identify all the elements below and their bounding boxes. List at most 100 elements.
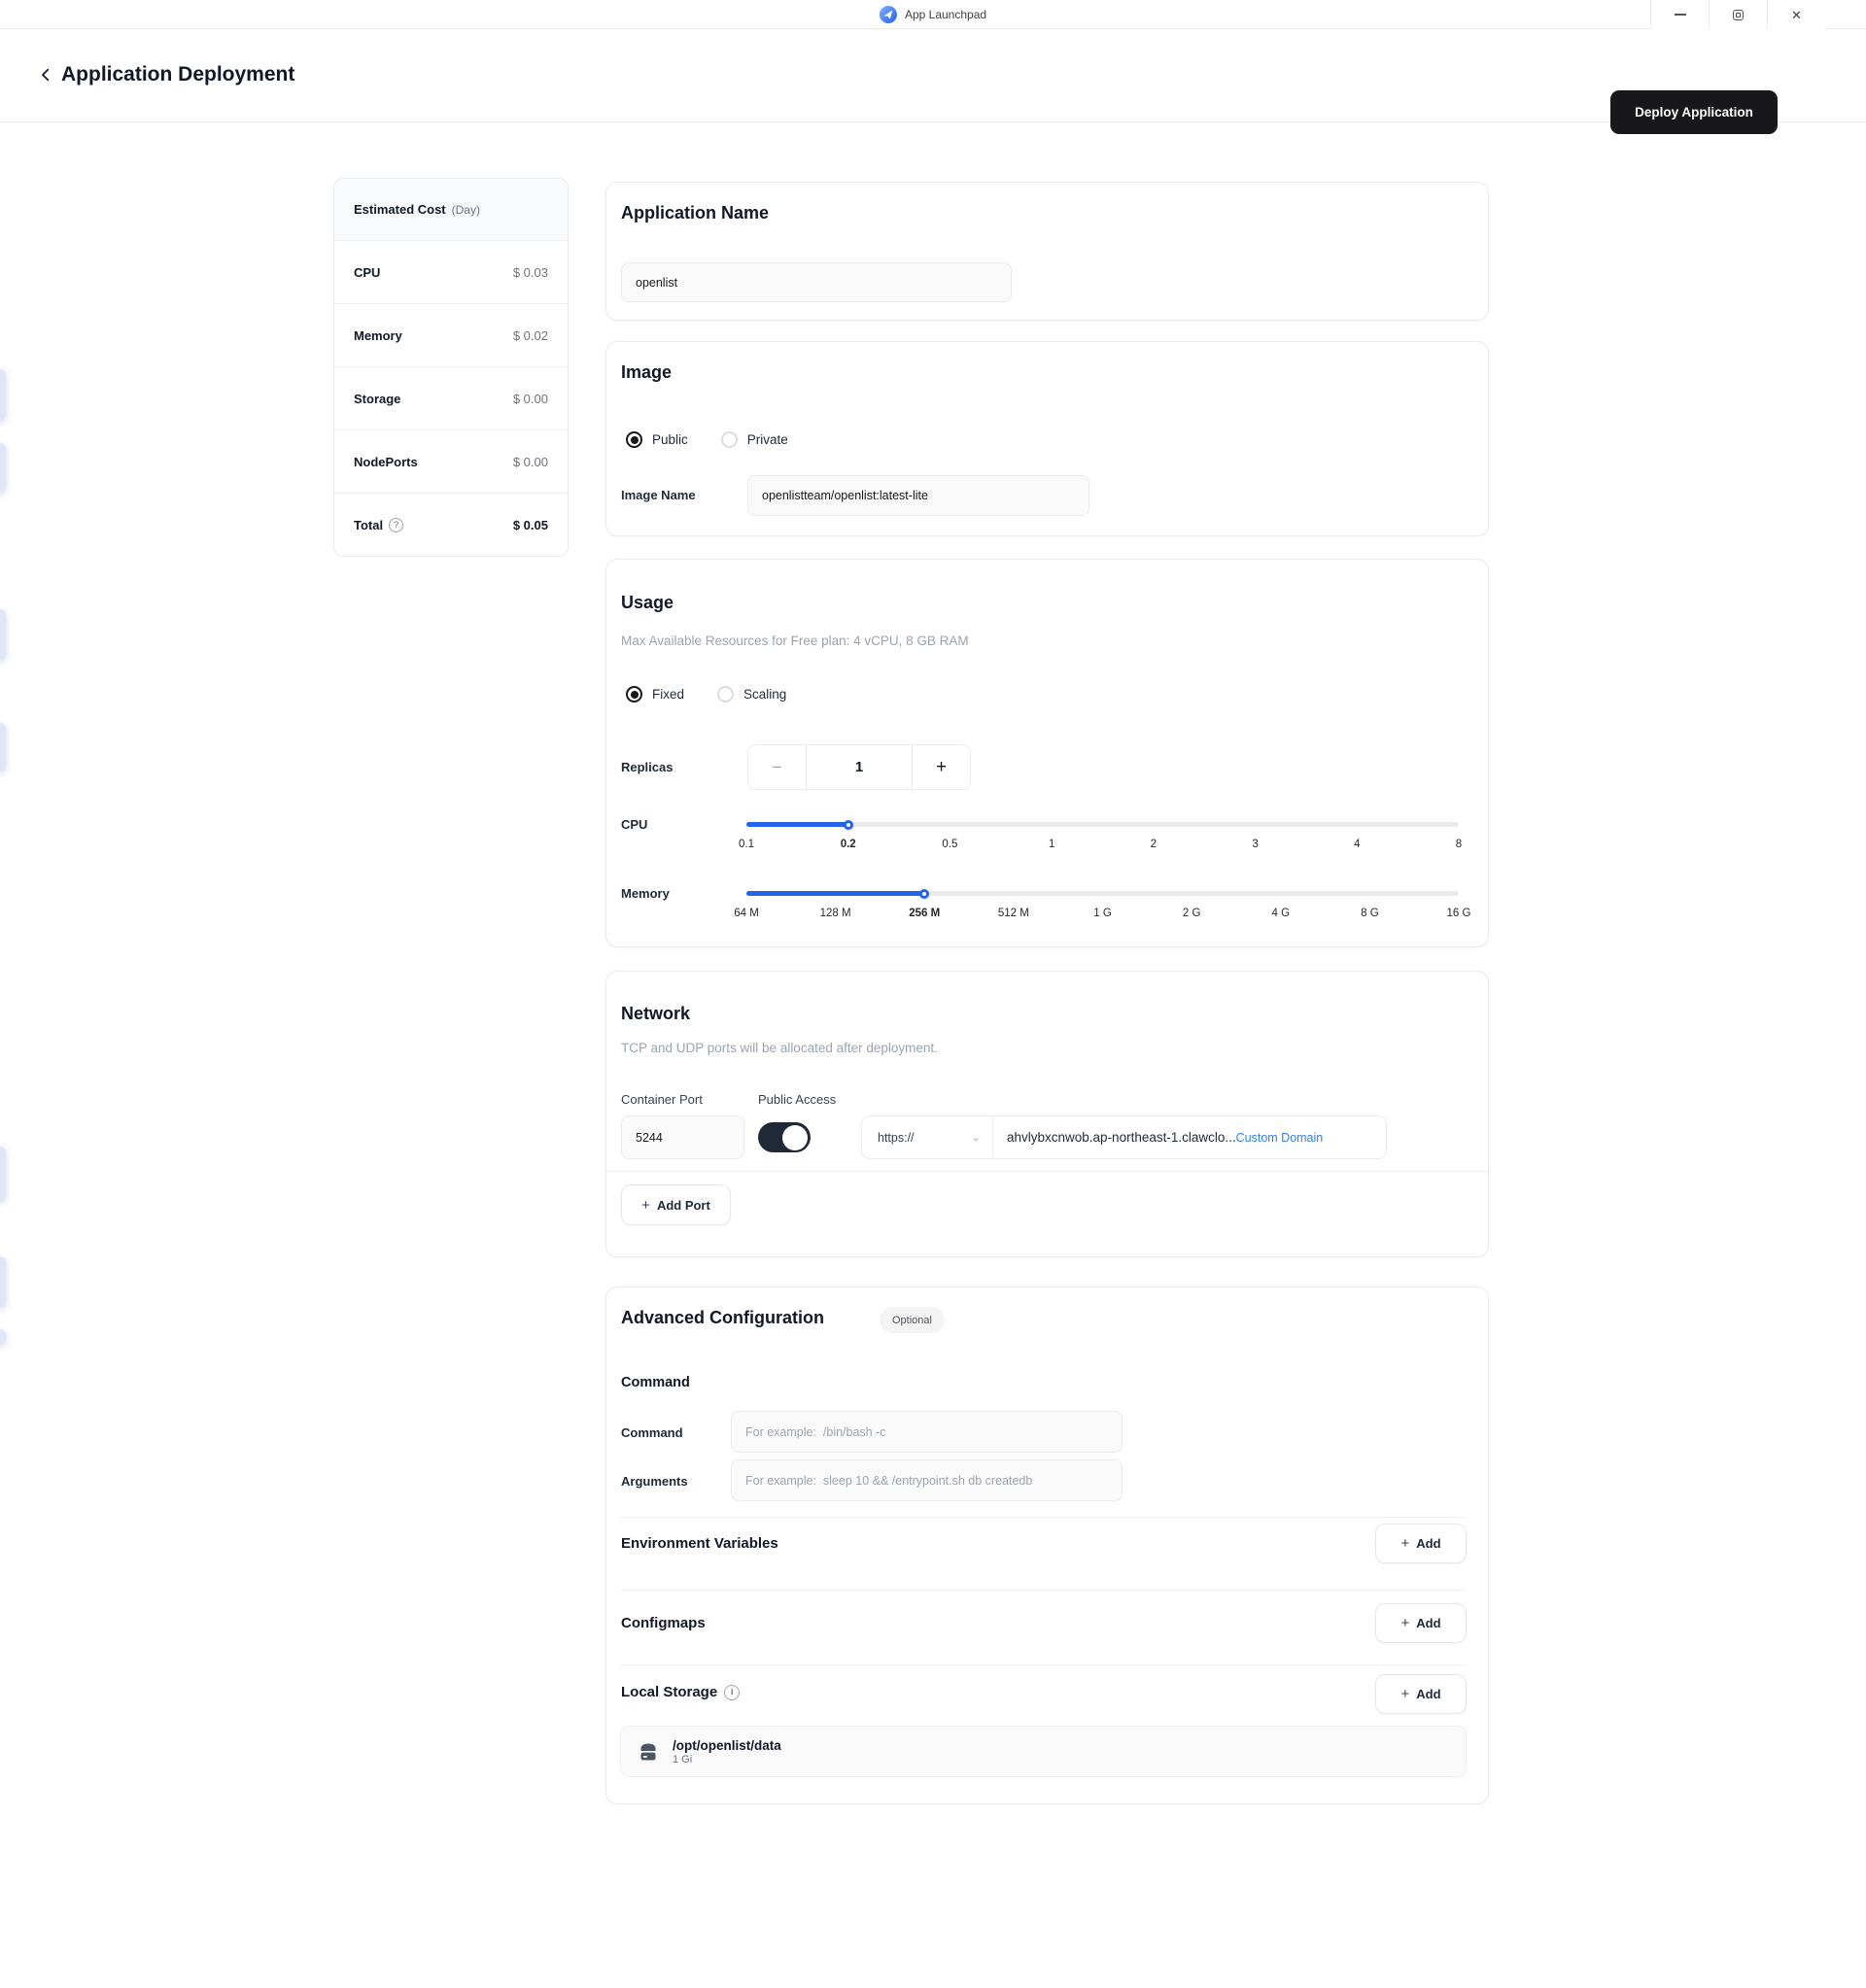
slider-tick-label: 256 M [909,908,941,919]
cost-value: $ 0.02 [512,327,548,343]
memory-slider-fill [746,891,925,896]
estimated-cost-title: Estimated Cost [354,202,446,217]
public-radio[interactable] [626,431,642,448]
add-environment-variable-button[interactable]: + Add [1375,1524,1467,1563]
application-name-input[interactable] [636,275,997,290]
usage-card: Usage Max Available Resources for Free p… [605,559,1489,947]
replicas-value: 1 [854,759,864,775]
cost-row-cpu: CPU $ 0.03 [334,241,568,304]
slider-tick-label: 8 [1455,839,1463,850]
domain-cell: ahvlybxcnwob.ap-northeast-1.clawclo... C… [993,1116,1386,1158]
estimated-cost-header: Estimated Cost (Day) [334,179,568,241]
slider-tick-label: 4 [1354,839,1361,850]
network-title: Network [621,1004,691,1023]
memory-slider-ticks: 64 M 128 M 256 M 512 M 1 G 2 G 4 G 8 G 16 G [734,908,1470,922]
public-access-toggle[interactable] [758,1122,811,1152]
divider [620,1590,1467,1591]
image-name-field [747,475,1089,516]
cpu-slider[interactable] [746,819,1459,830]
protocol-select[interactable]: https:// ⌄ [862,1116,993,1158]
slider-tick-label: 0.5 [942,839,958,850]
image-name-label: Image Name [621,488,696,502]
back-button[interactable] [35,61,56,88]
cost-label: Storage [354,391,401,406]
memory-slider[interactable] [746,888,1459,899]
app-launchpad-window: App Launchpad ✕ Application Deployment D… [0,0,1866,1988]
slider-tick-label: 128 M [819,908,851,919]
storage-path: /opt/openlist/data [673,1737,781,1753]
close-icon: ✕ [1791,7,1802,22]
app-launchpad-logo-icon [879,6,897,23]
divider [620,1517,1467,1518]
storage-size: 1 Gi [673,1753,693,1765]
advanced-configuration-card: Advanced Configuration Optional Command … [605,1286,1489,1804]
close-button[interactable]: ✕ [1767,0,1825,29]
divider [606,1171,1490,1172]
add-configmap-button[interactable]: + Add [1375,1603,1467,1643]
minimize-button[interactable] [1650,0,1709,29]
add-port-label: Add Port [656,1197,710,1213]
private-radio-label: Private [746,432,788,447]
network-subtitle: TCP and UDP ports will be allocated afte… [621,1041,938,1055]
local-storage-heading: Local Storage i [621,1684,741,1700]
slider-tick-label: 2 [1150,839,1158,850]
arguments-field [731,1459,1123,1501]
private-radio[interactable] [720,431,738,448]
question-circle-icon[interactable]: ? [389,518,404,532]
container-port-field [621,1115,744,1159]
cost-row-total: Total ? $ 0.05 [334,494,568,556]
environment-variables-heading: Environment Variables [621,1535,778,1552]
minimize-icon [1674,14,1686,16]
public-radio-label: Public [652,432,688,447]
titlebar: App Launchpad ✕ [0,0,1866,29]
local-storage-item[interactable]: /opt/openlist/data 1 Gi [620,1726,1467,1777]
restore-button[interactable] [1709,0,1767,29]
cost-row-memory: Memory $ 0.02 [334,304,568,367]
add-port-button[interactable]: + Add Port [621,1184,731,1225]
environment-variables-label: Environment Variables [621,1535,778,1552]
arguments-label: Arguments [621,1474,688,1489]
slider-tick-label: 0.2 [840,839,856,850]
custom-domain-link[interactable]: Custom Domain [1236,1131,1324,1145]
cost-label: Total [354,518,384,532]
slider-tick-label: 1 G [1093,908,1112,919]
cost-label: NodePorts [354,454,418,469]
application-name-title: Application Name [621,203,770,223]
command-label: Command [621,1425,683,1440]
command-section-heading: Command [621,1375,690,1390]
advanced-configuration-title: Advanced Configuration [621,1308,825,1327]
slider-tick-label: 2 G [1182,908,1201,919]
restore-icon [1733,9,1744,20]
slider-tick-label: 64 M [734,908,759,919]
fixed-radio[interactable] [626,686,642,703]
peek-card [0,369,6,421]
command-input[interactable] [745,1424,1108,1439]
estimated-cost-unit: (Day) [451,202,480,217]
replicas-decrement-button[interactable]: − [748,745,807,789]
add-label: Add [1416,1616,1441,1630]
scaling-radio-label: Scaling [743,687,787,702]
hard-drive-icon [637,1740,660,1764]
scaling-radio[interactable] [717,686,735,703]
memory-slider-handle[interactable] [919,888,930,899]
info-circle-icon[interactable]: i [724,1684,741,1700]
toggle-knob [782,1124,808,1150]
add-label: Add [1416,1536,1441,1551]
cost-value: $ 0.03 [512,264,548,280]
chevron-down-icon: ⌄ [971,1132,981,1144]
titlebar-app-name: App Launchpad [904,8,987,21]
deploy-application-button[interactable]: Deploy Application [1610,90,1778,134]
arguments-input[interactable] [745,1473,1108,1488]
add-local-storage-button[interactable]: + Add [1375,1674,1467,1714]
container-port-input[interactable] [636,1130,730,1145]
image-visibility-radio-group: Public Private [626,431,812,448]
image-card: Image Public Private Image Name [605,341,1489,536]
public-access-label: Public Access [758,1092,837,1107]
cpu-slider-handle[interactable] [843,819,853,830]
window-controls: ✕ [1650,0,1825,29]
slider-tick-label: 4 G [1271,908,1291,919]
replicas-increment-button[interactable]: + [912,745,970,789]
image-name-input[interactable] [762,489,1075,502]
network-card: Network TCP and UDP ports will be alloca… [605,971,1490,1257]
plus-icon: + [641,1196,650,1214]
